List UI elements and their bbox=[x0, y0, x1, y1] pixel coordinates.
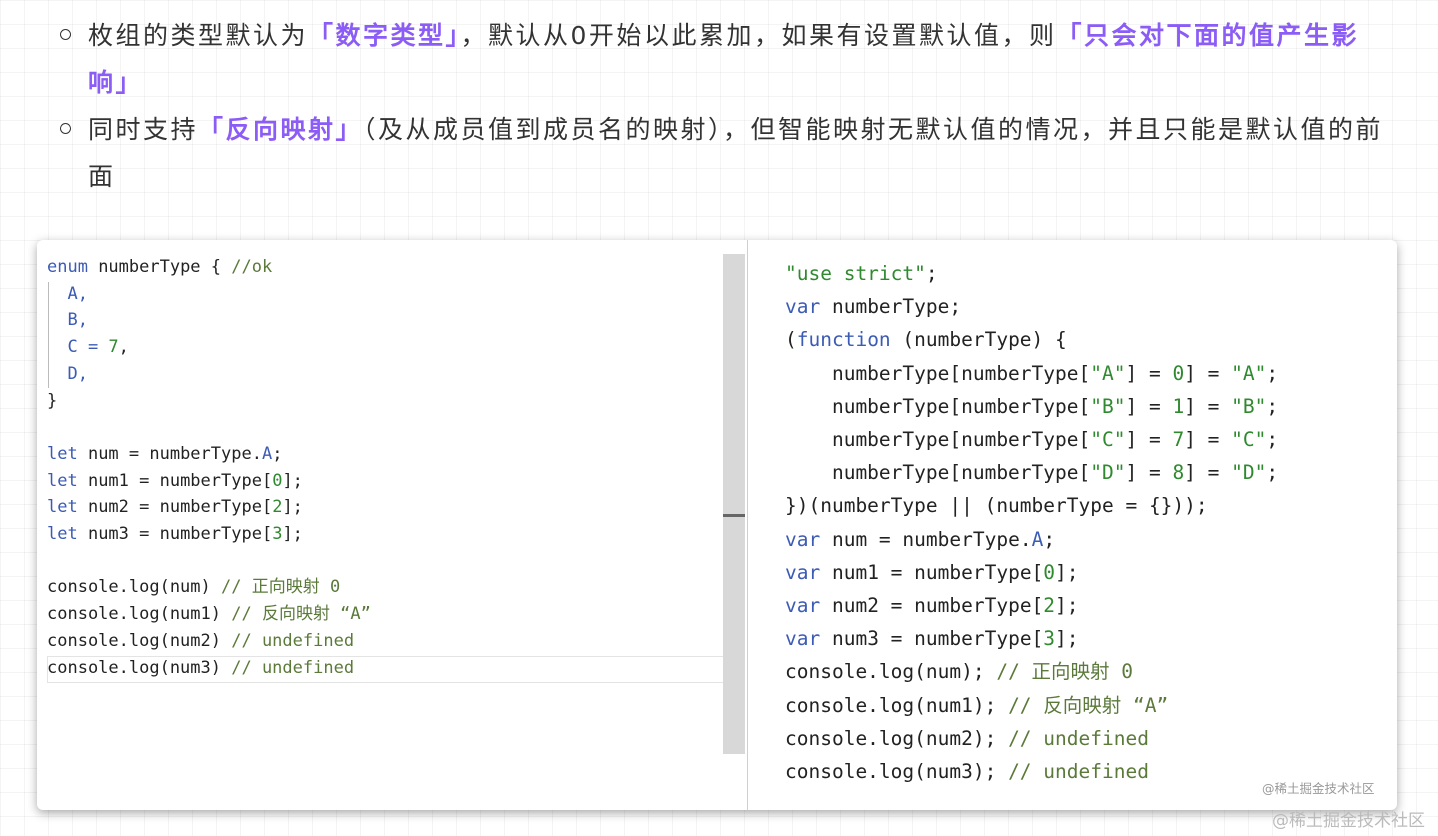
bullet-item: 同时支持「反向映射」（及从成员值到成员名的映射），但智能映射无默认值的情况，并且… bbox=[60, 106, 1400, 200]
bullet-text: ，默认从0开始以此累加，如果有设置默认值，则 bbox=[460, 21, 1057, 50]
typescript-code[interactable]: enum numberType { //ok A, B, C = 7, D, }… bbox=[47, 254, 371, 681]
highlight-text: 「反向映射」 bbox=[198, 115, 364, 144]
javascript-code: "use strict"; var numberType; (function … bbox=[785, 262, 1279, 784]
pane-divider[interactable] bbox=[747, 240, 748, 810]
highlight-text: 「数字类型」 bbox=[308, 21, 461, 50]
circle-bullet-icon bbox=[60, 29, 71, 40]
typescript-editor[interactable]: enum numberType { //ok A, B, C = 7, D, }… bbox=[37, 240, 747, 810]
vertical-scrollbar[interactable] bbox=[723, 254, 745, 754]
bullet-text: 同时支持 bbox=[88, 115, 199, 144]
circle-bullet-icon bbox=[60, 123, 71, 134]
watermark: @稀土掘金技术社区 bbox=[1262, 781, 1375, 796]
watermark: @稀土掘金技术社区 bbox=[1272, 811, 1425, 831]
bullet-list: 枚组的类型默认为「数字类型」，默认从0开始以此累加，如果有设置默认值，则「只会对… bbox=[60, 12, 1400, 200]
bullet-text: 枚组的类型默认为 bbox=[88, 21, 309, 50]
bullet-item: 枚组的类型默认为「数字类型」，默认从0开始以此累加，如果有设置默认值，则「只会对… bbox=[60, 12, 1400, 106]
code-comparison-panel: enum numberType { //ok A, B, C = 7, D, }… bbox=[37, 240, 1397, 810]
scrollbar-position-marker bbox=[723, 514, 745, 517]
